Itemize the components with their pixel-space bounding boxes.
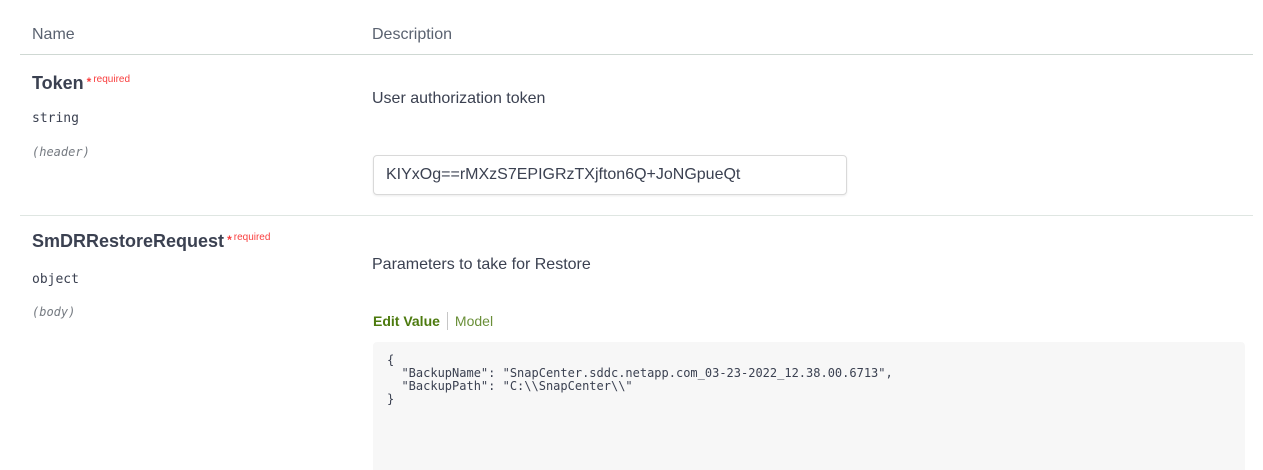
- parameters-table-header: Name Description: [20, 14, 1253, 55]
- parameter-description: User authorization token: [372, 90, 546, 107]
- parameter-name-text: Token: [32, 73, 84, 93]
- name-column-header: Name: [32, 26, 75, 43]
- parameter-type: string: [32, 111, 79, 126]
- parameter-name: SmDRRestoreRequest * required: [32, 231, 270, 252]
- request-body-editor[interactable]: { "BackupName": "SnapCenter.sddc.netapp.…: [373, 342, 1245, 470]
- parameter-location: (body): [32, 305, 76, 319]
- required-asterisk: *: [86, 75, 92, 89]
- parameter-row-smdr-restore-request: SmDRRestoreRequest * required object (body…: [20, 216, 1253, 470]
- required-label: required: [93, 74, 131, 85]
- parameter-row-token: Token * required string (header) User auth…: [20, 55, 1253, 216]
- parameter-type: object: [32, 272, 79, 287]
- parameter-name-text: SmDRRestoreRequest: [32, 231, 225, 251]
- parameter-description: Parameters to take for Restore: [372, 256, 591, 273]
- description-column-header: Description: [372, 26, 453, 43]
- tab-model[interactable]: Model: [448, 312, 500, 330]
- token-input[interactable]: [373, 155, 847, 195]
- body-editor-tabs: Edit Value Model: [373, 312, 500, 330]
- tab-edit-value[interactable]: Edit Value: [373, 312, 447, 330]
- required-asterisk: *: [227, 233, 232, 247]
- parameter-location: (header): [32, 145, 90, 159]
- required-label: required: [233, 232, 271, 243]
- parameter-name: Token * required: [32, 73, 130, 94]
- parameters-panel: Name Description Token * required string (…: [0, 0, 1263, 470]
